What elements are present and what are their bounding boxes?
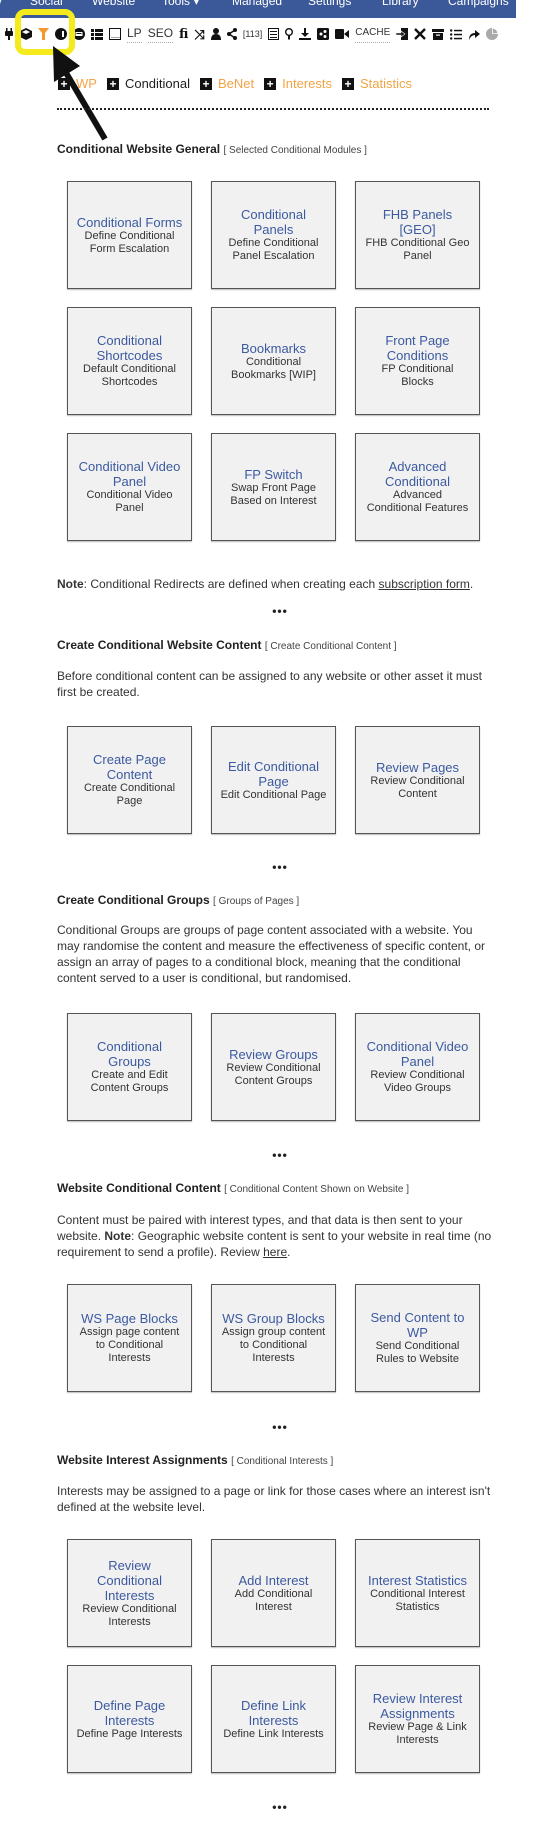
video-icon[interactable] <box>335 25 350 43</box>
share-icon[interactable] <box>226 25 237 43</box>
top-nav: y Social Website Tools ▾ Managed Setting… <box>0 0 516 18</box>
card-review-pages[interactable]: Review Pages Review Conditional Content <box>355 726 480 834</box>
nav-item-social[interactable]: Social <box>30 0 63 8</box>
nav-item-campaigns[interactable]: Campaigns <box>448 0 509 8</box>
cache-link[interactable]: CACHE <box>355 25 391 43</box>
section-title-general: Conditional Website General [ Selected C… <box>57 142 367 156</box>
share-square-icon[interactable] <box>317 25 330 43</box>
card-advanced-conditional[interactable]: Advanced Conditional Advanced Conditional… <box>355 433 480 541</box>
list-ul-icon[interactable] <box>450 25 463 43</box>
category-interests[interactable]: + Interests <box>264 76 332 91</box>
card-conditional-groups[interactable]: Conditional Groups Create and Edit Conten… <box>67 1013 192 1121</box>
card-conditional-forms[interactable]: Conditional Forms Define Conditional Form… <box>67 181 192 289</box>
plus-square-icon: + <box>342 77 354 90</box>
ellipsis-separator: ••• <box>272 1800 288 1814</box>
card-send-content-to-wp[interactable]: Send Content to WP Send Conditional Rules… <box>355 1284 480 1392</box>
sign-in-icon[interactable] <box>396 25 409 43</box>
category-conditional[interactable]: + Conditional <box>106 76 190 91</box>
groups-description: Conditional Groups are groups of page co… <box>57 923 486 985</box>
list-icon[interactable] <box>91 25 103 43</box>
card-interest-statistics[interactable]: Interest Statistics Conditional Interest … <box>355 1539 480 1647</box>
fi-icon[interactable]: fi <box>179 25 188 43</box>
section-title-website: Website Conditional Content [ Conditiona… <box>57 1181 410 1195</box>
interests-description: Interests may be assigned to a page or l… <box>57 1484 491 1514</box>
nav-item-tools[interactable]: Tools ▾ <box>162 0 199 8</box>
plus-square-icon: + <box>200 77 212 90</box>
card-conditional-video-panel[interactable]: Conditional Video Panel Conditional Video… <box>67 433 192 541</box>
section-title-interests: Website Interest Assignments [ Condition… <box>57 1453 334 1467</box>
card-create-page-content[interactable]: Create Page Content Create Conditional Pa… <box>67 726 192 834</box>
window-icon[interactable] <box>109 25 121 43</box>
card-add-interest[interactable]: Add Interest Add Conditional Interest <box>211 1539 336 1647</box>
card-grid-general: Conditional Forms Define Conditional Form… <box>67 181 480 541</box>
card-define-page-interests[interactable]: Define Page Interests Define Page Interes… <box>67 1665 192 1773</box>
ellipsis-separator: ••• <box>272 1148 288 1162</box>
archive-icon[interactable] <box>432 25 445 43</box>
nav-item-prev[interactable]: y <box>0 0 2 8</box>
review-here-link[interactable]: here <box>263 1245 287 1259</box>
nav-item-library[interactable]: Library <box>382 0 419 8</box>
ellipsis-separator: ••• <box>272 860 288 874</box>
card-conditional-video-panel-groups[interactable]: Conditional Video Panel Review Conditiona… <box>355 1013 480 1121</box>
content-description: Before conditional content can be assign… <box>57 669 482 699</box>
card-review-groups[interactable]: Review Groups Review Conditional Content … <box>211 1013 336 1121</box>
card-review-conditional-interests[interactable]: Review Conditional Interests Review Condi… <box>67 1539 192 1647</box>
pie-chart-icon[interactable] <box>486 25 499 43</box>
card-grid-groups: Conditional Groups Create and Edit Conten… <box>67 1013 480 1121</box>
card-front-page-conditions[interactable]: Front Page Conditions FP Conditional Bloc… <box>355 307 480 415</box>
form-icon[interactable] <box>268 25 280 43</box>
card-bookmarks[interactable]: Bookmarks Conditional Bookmarks [WIP] <box>211 307 336 415</box>
website-description: Content must be paired with interest typ… <box>57 1213 492 1259</box>
category-wp[interactable]: + WP <box>58 76 97 91</box>
seo-link[interactable]: SEO <box>147 25 174 43</box>
card-ws-page-blocks[interactable]: WS Page Blocks Assign page content to Con… <box>67 1284 192 1392</box>
card-ws-group-blocks[interactable]: WS Group Blocks Assign group content to C… <box>211 1284 336 1392</box>
count-badge[interactable]: [113] <box>243 25 262 43</box>
card-grid-interests: Review Conditional Interests Review Condi… <box>67 1539 480 1773</box>
icon-toolbar: LP SEO fi ⤨ [113] CACHE <box>4 24 504 44</box>
reply-arrow-icon[interactable] <box>468 25 481 43</box>
plus-square-icon: + <box>58 77 70 90</box>
shuffle-icon[interactable]: ⤨ <box>194 25 204 43</box>
ellipsis-separator: ••• <box>272 1420 288 1434</box>
card-grid-website: WS Page Blocks Assign page content to Con… <box>67 1284 480 1392</box>
category-statistics[interactable]: + Statistics <box>342 76 412 91</box>
nav-item-website[interactable]: Website <box>92 0 135 8</box>
category-benet[interactable]: + BeNet <box>200 76 254 91</box>
section-title-content: Create Conditional Website Content [ Cre… <box>57 638 397 652</box>
category-nav: + WP + Conditional + BeNet + Interests + Stat… <box>58 76 422 91</box>
lightbulb-icon[interactable] <box>285 25 294 43</box>
user-icon[interactable] <box>210 25 221 43</box>
divider <box>57 108 489 110</box>
lp-link[interactable]: LP <box>127 25 142 43</box>
card-fp-switch[interactable]: FP Switch Swap Front Page Based on Intere… <box>211 433 336 541</box>
download-icon[interactable] <box>299 25 312 43</box>
card-conditional-panels[interactable]: Conditional Panels Define Conditional Pan… <box>211 181 336 289</box>
note-redirects: Note: Conditional Redirects are defined … <box>57 577 474 591</box>
card-edit-conditional-page[interactable]: Edit Conditional Page Edit Conditional Pa… <box>211 726 336 834</box>
plus-square-icon: + <box>264 77 277 90</box>
card-review-interest-assignments[interactable]: Review Interest Assignments Review Page &… <box>355 1665 480 1773</box>
subscription-form-link[interactable]: subscription form <box>379 577 470 591</box>
tools-icon[interactable] <box>414 25 427 43</box>
card-fhb-panels-geo[interactable]: FHB Panels [GEO] FHB Conditional Geo Pane… <box>355 181 480 289</box>
card-grid-content: Create Page Content Create Conditional Pa… <box>67 726 480 834</box>
annotation-arrow <box>53 46 108 141</box>
card-conditional-shortcodes[interactable]: Conditional Shortcodes Default Conditiona… <box>67 307 192 415</box>
plug-icon[interactable] <box>4 25 14 43</box>
nav-item-settings[interactable]: Settings <box>308 0 351 8</box>
card-define-link-interests[interactable]: Define Link Interests Define Link Interes… <box>211 1665 336 1773</box>
section-title-groups: Create Conditional Groups [ Groups of Pa… <box>57 893 300 907</box>
ellipsis-separator: ••• <box>272 604 288 618</box>
nav-item-managed[interactable]: Managed <box>232 0 282 8</box>
plus-square-icon: + <box>106 77 119 90</box>
